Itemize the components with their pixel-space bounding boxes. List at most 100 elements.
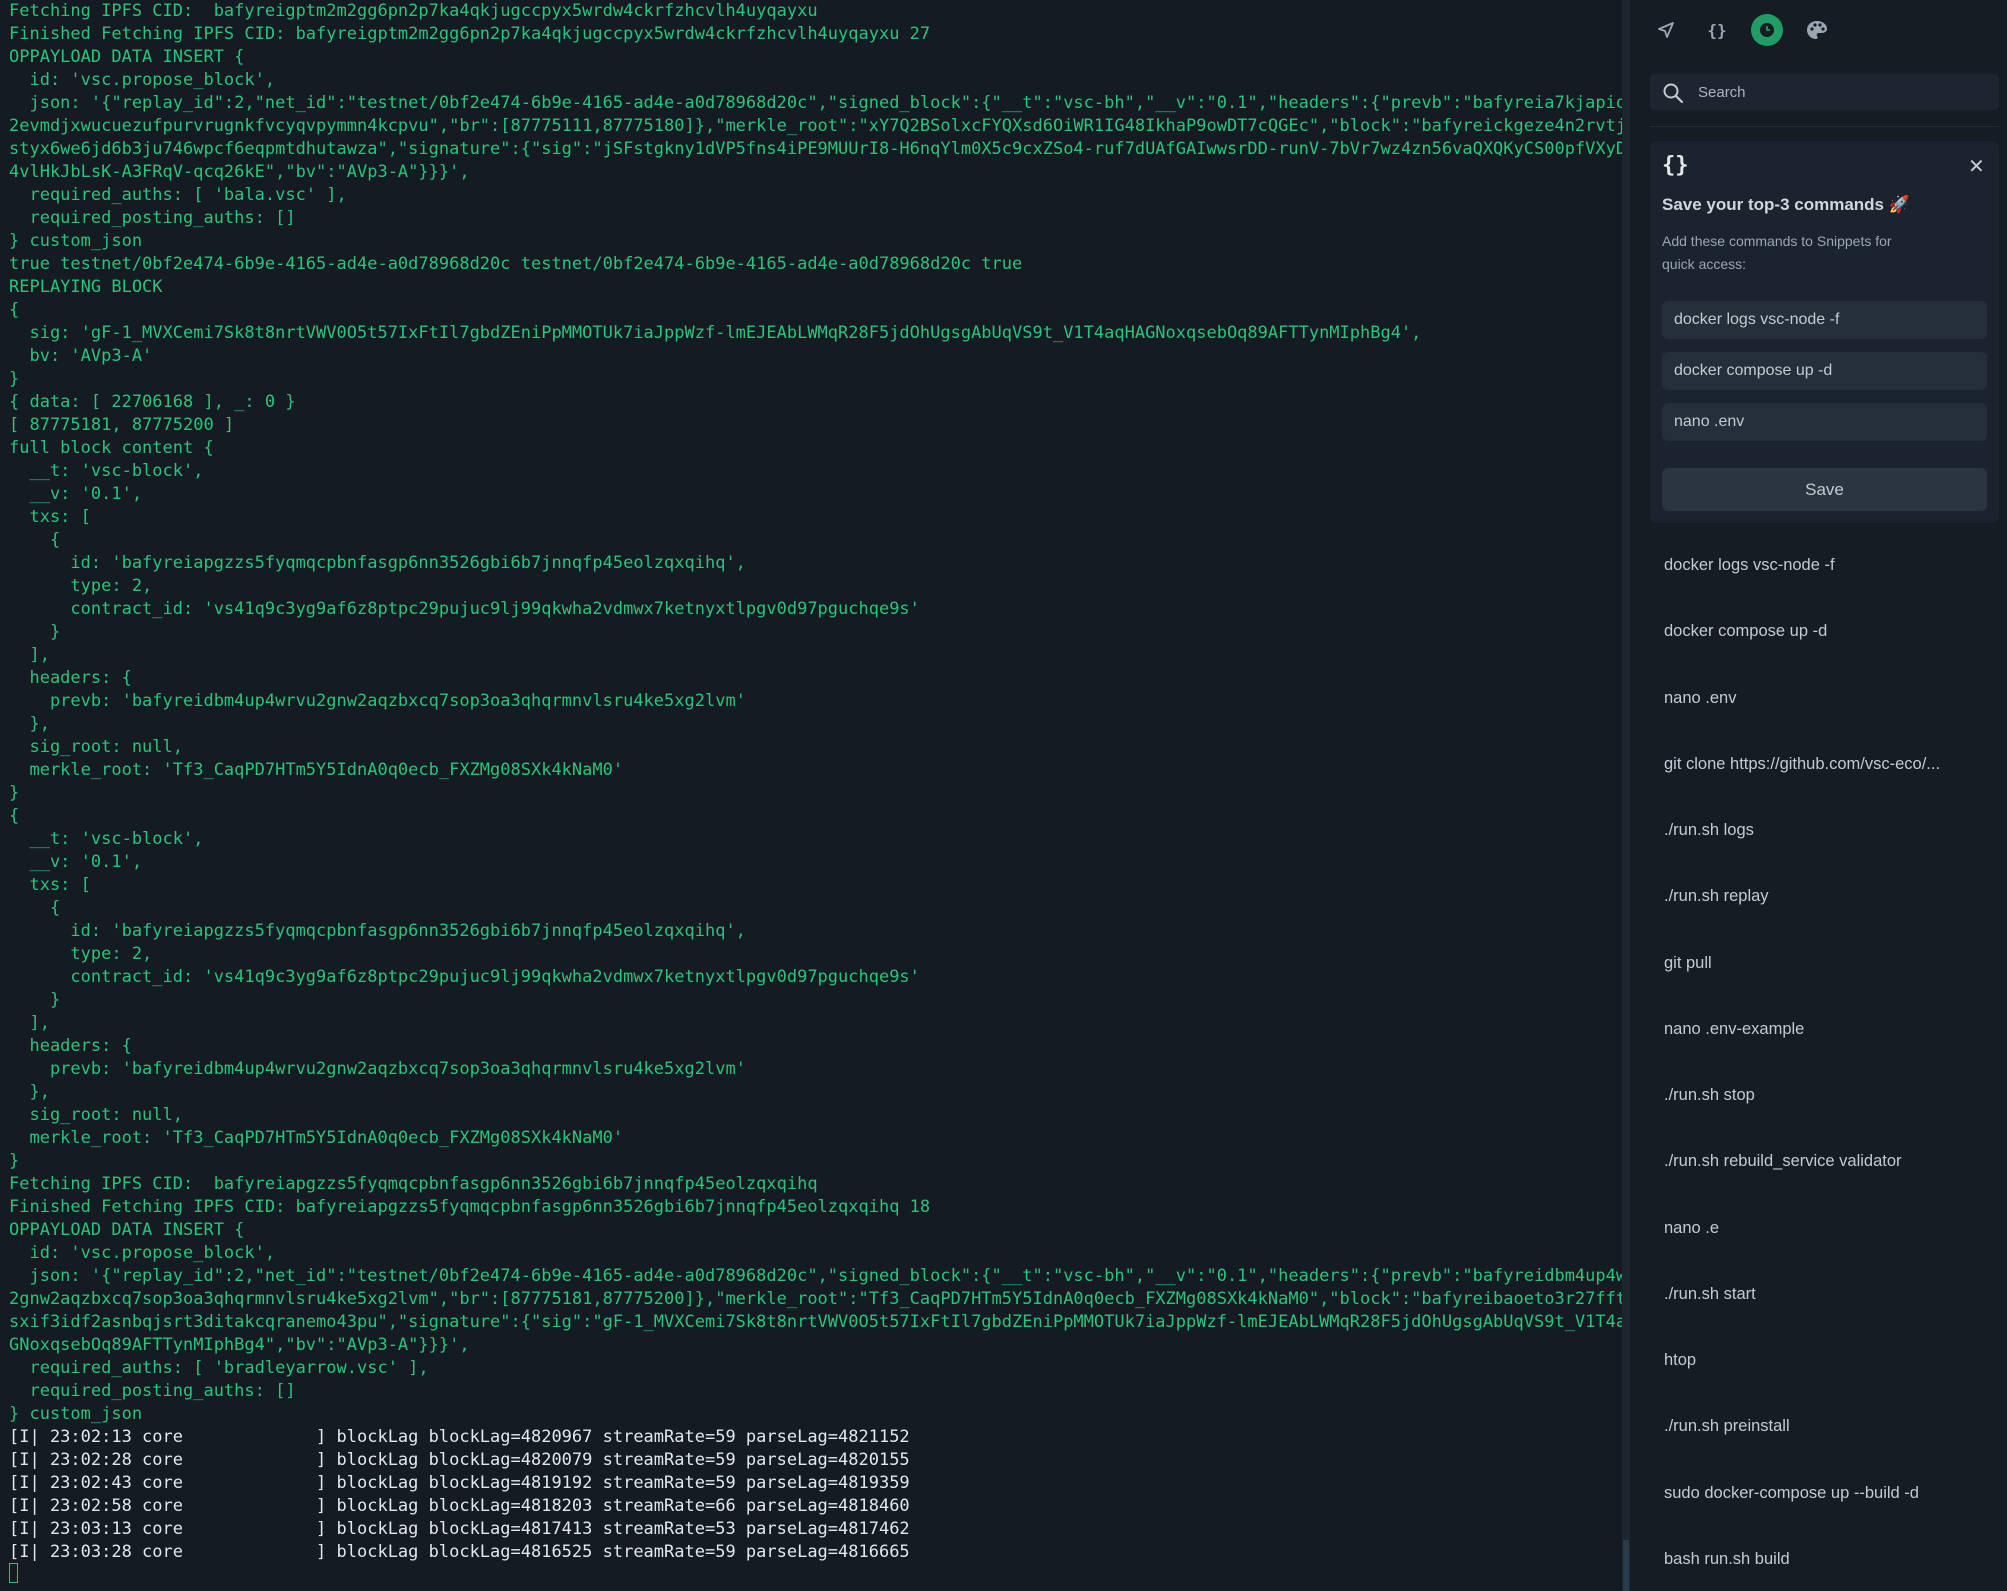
terminal-line: { [9,806,20,826]
terminal-line: headers: { [9,668,132,688]
history-item[interactable]: ./run.sh stop [1664,1086,1989,1105]
terminal-line: sig_root: null, [9,737,183,757]
history-item[interactable]: ./run.sh rebuild_service validator [1664,1152,1989,1171]
terminal-scrollbar[interactable] [1622,0,1630,1591]
terminal-line: full block content { [9,438,214,458]
terminal-line: Finished Fetching IPFS CID: bafyreiapgzz… [9,1197,931,1217]
history-item[interactable]: nano .e [1664,1219,1989,1238]
history-item[interactable]: ./run.sh replay [1664,887,1989,906]
snippet-command-field[interactable]: docker logs vsc-node -f [1662,301,1987,339]
search-box[interactable] [1650,74,1999,110]
terminal-line: } custom_json [9,1404,143,1424]
terminal-scrollbar-thumb[interactable] [1623,1540,1629,1591]
history-item[interactable]: git clone https://github.com/vsc-eco/... [1664,755,1989,774]
terminal-line: __t: 'vsc-block', [9,461,204,481]
terminal-line: 4vlHkJbLsK-A3FRqV-qcq26kE","bv":"AVp3-A"… [9,162,470,182]
terminal-line: sig_root: null, [9,1105,183,1125]
terminal-line: bv: 'AVp3-A' [9,346,153,366]
terminal-line: prevb: 'bafyreidbm4up4wrvu2gnw2aqzbxcq7s… [9,691,746,711]
terminal-line: [I| 23:02:58 core ] blockLag blockLag=48… [9,1496,910,1516]
history-item[interactable]: ./run.sh start [1664,1285,1989,1304]
terminal-lines: Fetching IPFS CID: bafyreigptm2m2gg6pn2p… [9,0,1622,1564]
save-commands-card: {} ✕ Save your top-3 commands 🚀 Add thes… [1650,141,1999,523]
terminal-line: required_auths: [ 'bala.vsc' ], [9,185,347,205]
code-braces-icon[interactable]: {} [1701,14,1733,46]
terminal-line: [ 87775181, 87775200 ] [9,415,235,435]
terminal-line: merkle_root: 'Tf3_CaqPD7HTm5Y5IdnA0q0ecb… [9,1128,624,1148]
terminal-line: [I| 23:02:43 core ] blockLag blockLag=48… [9,1473,910,1493]
terminal-line: [I| 23:03:28 core ] blockLag blockLag=48… [9,1542,910,1562]
terminal-line: } [9,990,61,1010]
send-icon[interactable] [1650,14,1682,46]
terminal-line: } [9,783,20,803]
terminal-line: sig: 'gF-1_MVXCemi7Sk8t8nrtVWV0O5t57IxFt… [9,323,1422,343]
history-item[interactable]: ./run.sh logs [1664,821,1989,840]
terminal-line: ], [9,645,50,665]
terminal-line: REPLAYING BLOCK [9,277,163,297]
terminal-line: GNoxqsebOq89AFTTynMIphBg4","bv":"AVp3-A"… [9,1335,470,1355]
history-item[interactable]: nano .env [1664,689,1989,708]
terminal-line: type: 2, [9,944,153,964]
history-item[interactable]: docker logs vsc-node -f [1664,556,1989,575]
terminal-line: Finished Fetching IPFS CID: bafyreigptm2… [9,24,931,44]
terminal-line: { [9,898,61,918]
terminal-line: [I| 23:02:28 core ] blockLag blockLag=48… [9,1450,910,1470]
terminal-line: ], [9,1013,50,1033]
history-item[interactable]: git pull [1664,954,1989,973]
search-icon [1662,82,1684,109]
history-clock-icon[interactable] [1751,14,1783,46]
terminal-line: sxif3idf2asnbqjsrt3ditakcqranemo43pu","s… [9,1312,1622,1332]
snippet-command-field[interactable]: docker compose up -d [1662,352,1987,390]
card-title: Save your top-3 commands 🚀 [1662,195,1910,214]
history-item[interactable]: bash run.sh build [1664,1550,1989,1569]
search-input[interactable] [1698,74,1988,110]
terminal-line: type: 2, [9,576,153,596]
terminal-line: { [9,300,20,320]
terminal-line: OPPAYLOAD DATA INSERT { [9,1220,245,1240]
terminal-line: }, [9,1082,50,1102]
terminal-output[interactable]: Fetching IPFS CID: bafyreigptm2m2gg6pn2p… [0,0,1622,1591]
terminal-cursor [9,1563,18,1583]
terminal-line: { data: [ 22706168 ], _: 0 } [9,392,296,412]
terminal-line: } custom_json [9,231,143,251]
card-description: Add these commands to Snippets for quick… [1662,233,1892,272]
terminal-line: styx6we6jd6b3ju746wpcf6eqpmtdhutawza","s… [9,139,1622,159]
history-item[interactable]: htop [1664,1351,1989,1370]
terminal-line: headers: { [9,1036,132,1056]
terminal-line: merkle_root: 'Tf3_CaqPD7HTm5Y5IdnA0q0ecb… [9,760,624,780]
terminal-line: contract_id: 'vs41q9c3yg9af6z8ptpc29puju… [9,967,920,987]
save-button[interactable]: Save [1662,468,1987,511]
history-item[interactable]: sudo docker-compose up --build -d [1664,1484,1989,1503]
terminal-line: __t: 'vsc-block', [9,829,204,849]
code-braces-icon: {} [1662,153,1689,178]
history-item[interactable]: nano .env-example [1664,1020,1989,1039]
terminal-line: id: 'vsc.propose_block', [9,1243,276,1263]
terminal-line: Fetching IPFS CID: bafyreigptm2m2gg6pn2p… [9,1,818,21]
terminal-line: json: '{"replay_id":2,"net_id":"testnet/… [9,1266,1622,1286]
terminal-line: id: 'vsc.propose_block', [9,70,276,90]
terminal-line: } [9,369,20,389]
terminal-line: Fetching IPFS CID: bafyreiapgzzs5fyqmqcp… [9,1174,818,1194]
terminal-line: id: 'bafyreiapgzzs5fyqmqcpbnfasgp6nn3526… [9,553,746,573]
terminal-line: required_posting_auths: [] [9,208,296,228]
snippet-command-field[interactable]: nano .env [1662,403,1987,441]
history-item[interactable]: docker compose up -d [1664,622,1989,641]
terminal-line: txs: [ [9,875,91,895]
terminal-line: txs: [ [9,507,91,527]
history-item[interactable]: ./run.sh preinstall [1664,1417,1989,1436]
terminal-line: required_auths: [ 'bradleyarrow.vsc' ], [9,1358,429,1378]
terminal-line: required_posting_auths: [] [9,1381,296,1401]
divider [1650,126,1999,127]
terminal-line: 2evmdjxwucuezufpurvrugnkfvcyqvpymmn4kcpv… [9,116,1622,136]
terminal-line: json: '{"replay_id":2,"net_id":"testnet/… [9,93,1622,113]
terminal-line: contract_id: 'vs41q9c3yg9af6z8ptpc29puju… [9,599,920,619]
palette-icon[interactable] [1801,14,1833,46]
terminal-line: [I| 23:02:13 core ] blockLag blockLag=48… [9,1427,910,1447]
terminal-line: 2gnw2aqzbxcq7sop3oa3qhqrmnvlsru4ke5xg2lv… [9,1289,1622,1309]
terminal-line: true testnet/0bf2e474-6b9e-4165-ad4e-a0d… [9,254,1023,274]
terminal-line: { [9,530,61,550]
close-icon[interactable]: ✕ [1968,157,1985,177]
terminal-line: prevb: 'bafyreidbm4up4wrvu2gnw2aqzbxcq7s… [9,1059,746,1079]
terminal-line: id: 'bafyreiapgzzs5fyqmqcpbnfasgp6nn3526… [9,921,746,941]
terminal-line: [I| 23:03:13 core ] blockLag blockLag=48… [9,1519,910,1539]
